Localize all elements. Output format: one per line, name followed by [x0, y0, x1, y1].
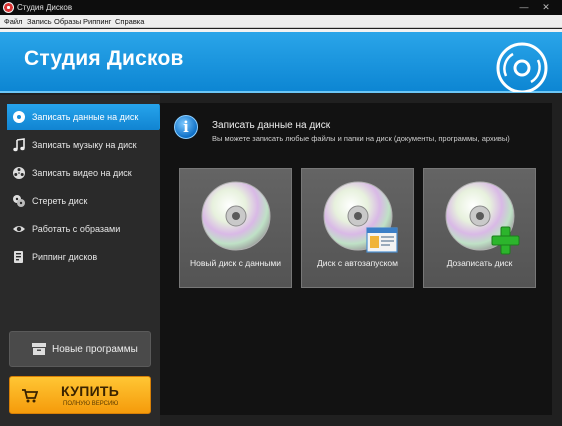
sidebar-item-label: Записать видео на диск	[32, 168, 132, 178]
menu-images[interactable]: Образы	[54, 17, 81, 26]
buy-sublabel: ПОЛНУЮ ВЕРСИЮ	[63, 401, 119, 407]
buy-label: КУПИТЬ	[61, 383, 120, 399]
new-programs-label: Новые программы	[52, 344, 138, 355]
buy-full-version-button[interactable]: КУПИТЬ ПОЛНУЮ ВЕРСИЮ	[9, 376, 151, 414]
cd-icon	[445, 181, 520, 255]
box-icon	[32, 343, 46, 355]
new-programs-button[interactable]: Новые программы	[9, 331, 151, 367]
window-title: Студия Дисков	[17, 3, 73, 12]
main-panel: i Записать данные на диск Вы можете запи…	[160, 103, 552, 415]
music-note-icon	[13, 138, 25, 152]
cd-icon	[201, 181, 271, 251]
eye-icon	[13, 226, 25, 232]
section-heading: Записать данные на диск	[212, 120, 331, 131]
menu-bar: Файл Запись Образы Риппинг Справка	[0, 15, 562, 28]
sidebar-item-label: Риппинг дисков	[32, 252, 98, 262]
sidebar-item-ripping[interactable]: Риппинг дисков	[7, 244, 159, 270]
tile-label: Диск с автозапуском	[317, 258, 398, 268]
menu-help[interactable]: Справка	[115, 17, 144, 26]
append-disc-tile[interactable]: Дозаписать диск	[423, 168, 536, 288]
title-bar: Студия Дисков — ✕	[0, 0, 562, 15]
header-banner: Студия Дисков	[0, 29, 562, 93]
sidebar-item-erase-disc[interactable]: Стереть диск	[7, 188, 159, 214]
film-reel-icon	[13, 167, 25, 179]
sidebar-item-burn-data[interactable]: Записать данные на диск	[7, 104, 167, 130]
minimize-button[interactable]: —	[519, 2, 529, 12]
sidebar-item-burn-music[interactable]: Записать музыку на диск	[7, 132, 159, 158]
shopping-cart-icon	[22, 389, 38, 403]
menu-record[interactable]: Запись	[27, 17, 52, 26]
sidebar-item-label: Записать музыку на диск	[32, 140, 137, 150]
info-icon: i	[174, 115, 198, 139]
disc-icon	[13, 111, 25, 123]
section-description: Вы можете записать любые файлы и папки н…	[212, 134, 510, 143]
app-window: Студия Дисков — ✕ Файл Запись Образы Рип…	[0, 0, 562, 426]
autorun-window-icon	[366, 227, 398, 253]
sidebar-item-burn-video[interactable]: Записать видео на диск	[7, 160, 159, 186]
app-logo-icon	[3, 2, 14, 13]
sidebar-item-label: Работать с образами	[32, 224, 121, 234]
disc-logo-icon	[496, 42, 548, 92]
close-button[interactable]: ✕	[541, 2, 551, 12]
sidebar: Записать данные на диск Записать музыку …	[0, 95, 167, 426]
menu-ripping[interactable]: Риппинг	[83, 17, 111, 26]
sidebar-item-images[interactable]: Работать с образами	[7, 216, 159, 242]
menu-file[interactable]: Файл	[4, 17, 22, 26]
sidebar-item-label: Записать данные на диск	[32, 112, 139, 122]
tile-label: Новый диск с данными	[189, 258, 282, 268]
sidebar-item-label: Стереть диск	[32, 196, 88, 206]
erase-discs-icon	[13, 195, 25, 207]
new-data-disc-tile[interactable]: Новый диск с данными	[179, 168, 292, 288]
autorun-disc-tile[interactable]: Диск с автозапуском	[301, 168, 414, 288]
tile-label: Дозаписать диск	[446, 258, 513, 268]
cd-icon	[323, 181, 398, 253]
brand-title: Студия Дисков	[24, 47, 184, 70]
rip-icon	[14, 251, 23, 263]
